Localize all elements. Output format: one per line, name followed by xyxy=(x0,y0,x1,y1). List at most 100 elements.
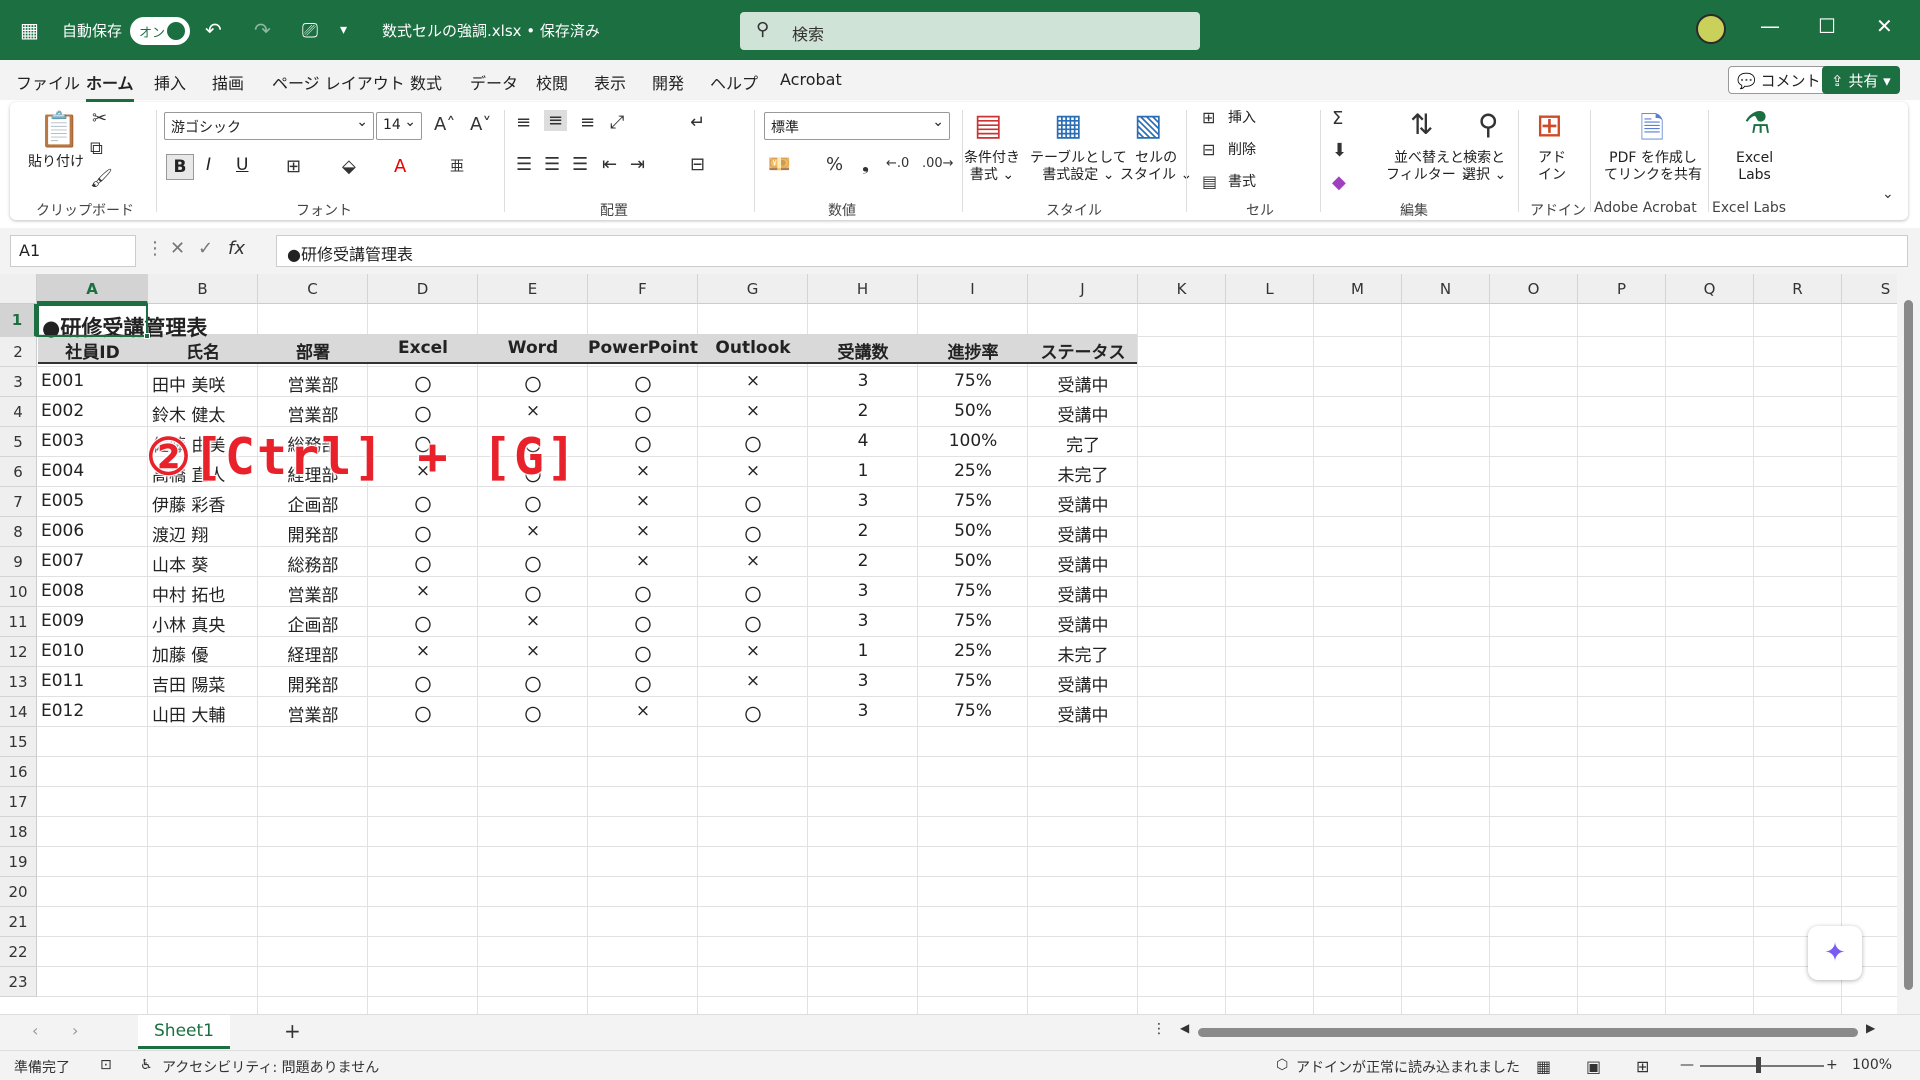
table-cell[interactable]: 受講中 xyxy=(1028,671,1138,696)
cell-styles-button[interactable]: セルの スタイル ⌄ xyxy=(1120,150,1192,184)
comment-button[interactable]: 💬 コメント xyxy=(1728,66,1830,94)
insert-cells-icon[interactable]: ⊞ xyxy=(1202,108,1215,127)
format-as-table-button[interactable]: テーブルとして 書式設定 ⌄ xyxy=(1030,150,1127,184)
sort-filter-button[interactable]: 並べ替えと フィルター ⌄ xyxy=(1386,150,1472,184)
table-cell[interactable]: × xyxy=(698,671,808,691)
table-cell[interactable]: 〇 xyxy=(368,671,478,696)
accessibility-status[interactable]: アクセシビリティ: 問題ありません xyxy=(162,1057,379,1077)
row-header-8[interactable]: 8 xyxy=(0,517,37,547)
table-cell[interactable]: 営業部 xyxy=(258,581,368,606)
find-select-icon[interactable]: ⚲ xyxy=(1478,108,1499,141)
excel-labs-icon[interactable]: ⚗ xyxy=(1744,106,1771,141)
table-cell[interactable]: 75% xyxy=(918,671,1028,691)
table-header-cell[interactable]: 部署 xyxy=(258,338,368,363)
formula-input[interactable]: ●研修受講管理表 xyxy=(276,235,1908,267)
table-cell[interactable]: 営業部 xyxy=(258,371,368,396)
table-cell[interactable]: E002 xyxy=(41,401,84,421)
table-cell[interactable]: E012 xyxy=(41,701,84,721)
table-cell[interactable]: 〇 xyxy=(588,581,698,606)
autosum-icon[interactable]: Σ xyxy=(1332,108,1343,129)
horizontal-scroll-thumb[interactable] xyxy=(1198,1028,1858,1037)
add-sheet-icon[interactable]: + xyxy=(284,1019,301,1043)
row-header-9[interactable]: 9 xyxy=(0,547,37,577)
tab-page-layout[interactable]: ページ レイアウト xyxy=(272,70,405,94)
table-cell[interactable]: 〇 xyxy=(368,611,478,636)
column-header-q[interactable]: Q xyxy=(1666,274,1754,304)
table-cell[interactable]: 〇 xyxy=(588,431,698,456)
column-header-d[interactable]: D xyxy=(368,274,478,304)
table-cell[interactable]: E010 xyxy=(41,641,84,661)
column-header-e[interactable]: E xyxy=(478,274,588,304)
row-header-19[interactable]: 19 xyxy=(0,847,37,877)
table-cell[interactable]: 受講中 xyxy=(1028,581,1138,606)
column-header-m[interactable]: M xyxy=(1314,274,1402,304)
tab-insert[interactable]: 挿入 xyxy=(154,70,186,94)
find-select-button[interactable]: 検索と 選択 ⌄ xyxy=(1462,150,1506,184)
table-cell[interactable]: 山本 葵 xyxy=(152,551,208,576)
table-cell[interactable]: × xyxy=(478,521,588,541)
row-header-16[interactable]: 16 xyxy=(0,757,37,787)
column-header-b[interactable]: B xyxy=(148,274,258,304)
table-cell[interactable]: 3 xyxy=(808,371,918,391)
enter-icon[interactable]: ✓ xyxy=(198,238,213,259)
column-header-o[interactable]: O xyxy=(1490,274,1578,304)
column-header-k[interactable]: K xyxy=(1138,274,1226,304)
table-cell[interactable]: 〇 xyxy=(478,671,588,696)
clear-icon[interactable]: ◆ xyxy=(1332,172,1346,193)
table-cell[interactable]: 営業部 xyxy=(258,401,368,426)
phonetic-icon[interactable]: 亜 xyxy=(450,156,464,176)
row-header-1[interactable]: 1 xyxy=(0,304,37,337)
font-size-dropdown[interactable]: 14 xyxy=(376,112,422,140)
row-header-11[interactable]: 11 xyxy=(0,607,37,637)
column-header-i[interactable]: I xyxy=(918,274,1028,304)
maximize-icon[interactable]: ☐ xyxy=(1818,14,1836,38)
align-bottom-icon[interactable]: ≡ xyxy=(580,112,595,133)
table-cell[interactable]: × xyxy=(588,521,698,541)
tab-file[interactable]: ファイル xyxy=(16,70,80,94)
search-box[interactable]: ⚲ 検索 xyxy=(740,12,1200,50)
table-cell[interactable]: × xyxy=(588,551,698,571)
table-cell[interactable]: 受講中 xyxy=(1028,521,1138,546)
italic-button[interactable]: I xyxy=(206,157,211,174)
table-cell[interactable]: 〇 xyxy=(368,521,478,546)
border-icon[interactable]: ⊞ xyxy=(286,156,301,177)
table-cell[interactable]: × xyxy=(588,461,698,481)
percent-icon[interactable]: % xyxy=(826,154,843,175)
table-cell[interactable]: E009 xyxy=(41,611,84,631)
row-header-21[interactable]: 21 xyxy=(0,907,37,937)
align-top-icon[interactable]: ≡ xyxy=(516,112,531,133)
table-cell[interactable]: 開発部 xyxy=(258,671,368,696)
table-header-cell[interactable]: 進捗率 xyxy=(918,338,1028,363)
column-header-l[interactable]: L xyxy=(1226,274,1314,304)
table-cell[interactable]: × xyxy=(368,641,478,661)
table-cell[interactable]: 田中 美咲 xyxy=(152,371,225,396)
table-cell[interactable]: 〇 xyxy=(478,701,588,726)
table-cell[interactable]: 中村 拓也 xyxy=(152,581,225,606)
zoom-level[interactable]: 100% xyxy=(1852,1057,1892,1073)
cell-styles-icon[interactable]: ▧ xyxy=(1134,108,1162,143)
row-header-3[interactable]: 3 xyxy=(0,367,37,397)
decrease-decimal-icon[interactable]: .00→ xyxy=(922,156,954,171)
tab-home[interactable]: ホーム xyxy=(86,70,134,102)
table-cell[interactable]: 〇 xyxy=(478,371,588,396)
tab-developer[interactable]: 開発 xyxy=(652,70,684,94)
table-cell[interactable]: 〇 xyxy=(368,401,478,426)
table-cell[interactable]: 3 xyxy=(808,611,918,631)
table-cell[interactable]: 75% xyxy=(918,371,1028,391)
table-cell[interactable]: × xyxy=(698,551,808,571)
column-header-g[interactable]: G xyxy=(698,274,808,304)
delete-cells-icon[interactable]: ⊟ xyxy=(1202,140,1215,159)
paste-button[interactable]: 貼り付け xyxy=(28,154,84,171)
table-cell[interactable]: E006 xyxy=(41,521,84,541)
wrap-text-icon[interactable]: ↵ xyxy=(690,112,705,133)
table-header-cell[interactable]: Outlook xyxy=(698,338,808,358)
table-cell[interactable]: 鈴木 健太 xyxy=(152,401,225,426)
table-cell[interactable]: E004 xyxy=(41,461,84,481)
underline-button[interactable]: U xyxy=(236,157,248,174)
row-header-14[interactable]: 14 xyxy=(0,697,37,727)
more-icon[interactable]: ⋮ xyxy=(146,238,164,259)
minimize-icon[interactable]: — xyxy=(1760,14,1780,38)
page-layout-view-icon[interactable]: ▣ xyxy=(1586,1057,1601,1076)
accounting-format-icon[interactable]: 💴 xyxy=(768,154,790,175)
table-cell[interactable]: 25% xyxy=(918,641,1028,661)
